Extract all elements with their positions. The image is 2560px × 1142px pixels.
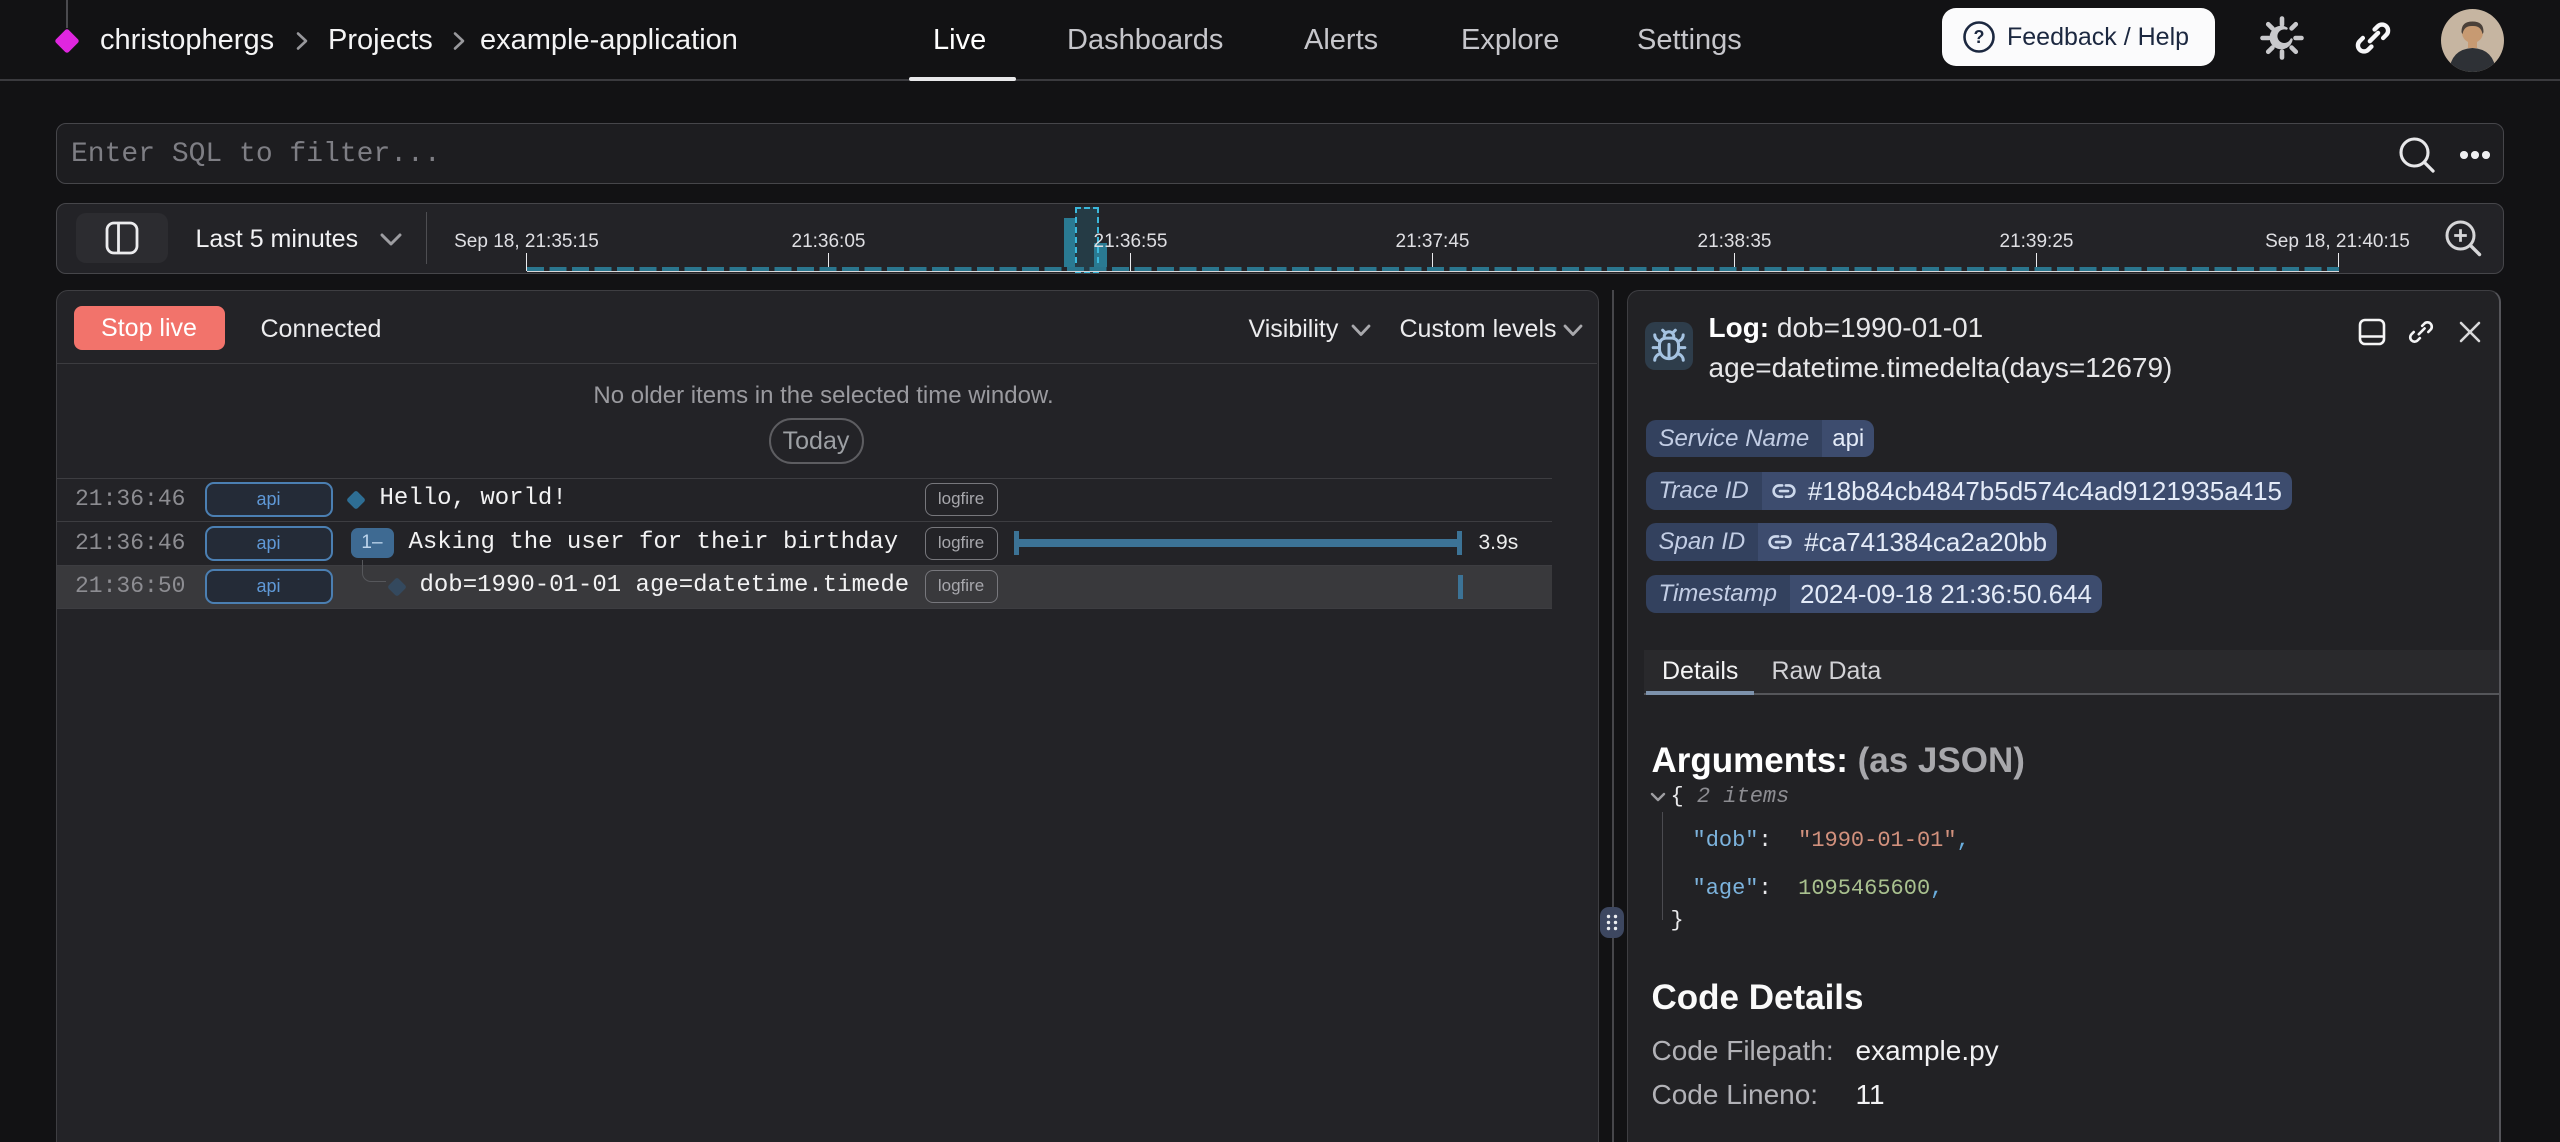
svg-text:?: ? — [1974, 27, 1985, 47]
